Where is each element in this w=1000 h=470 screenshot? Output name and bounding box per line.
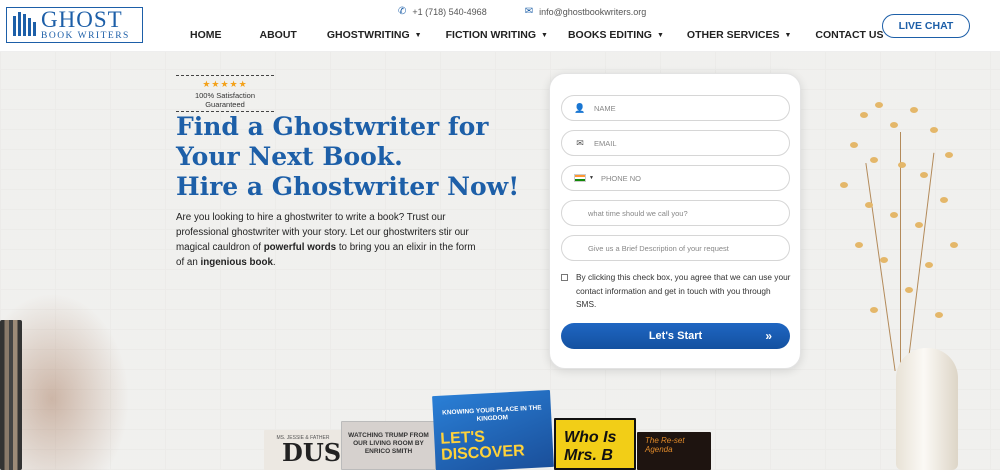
consent-text: By clicking this check box, you agree th… xyxy=(576,272,791,309)
nav-home[interactable]: HOME xyxy=(190,29,222,41)
hero-section: ★★★★★ 100% Satisfaction Guaranteed Find … xyxy=(0,52,1000,470)
email-link[interactable]: ✉ info@ghostbookwriters.org xyxy=(525,6,647,17)
phone-placeholder: PHONE NO xyxy=(600,173,641,183)
nav-other-services[interactable]: OTHER SERVICES ▼ xyxy=(687,29,792,41)
nav-about[interactable]: ABOUT xyxy=(260,29,297,41)
book-cover-who-is-mrs-b: Who Is Mrs. B xyxy=(554,418,636,470)
phone-icon: ✆ xyxy=(398,6,407,17)
headline-line-3: Hire a Ghostwriter Now! xyxy=(176,172,520,201)
chevron-down-icon: ▼ xyxy=(656,31,664,39)
headline-line-2: Your Next Book. xyxy=(176,142,403,171)
email-placeholder: EMAIL xyxy=(594,138,617,148)
live-chat-button[interactable]: LIVE CHAT xyxy=(882,14,970,38)
mail-icon: ✉ xyxy=(524,6,534,17)
dried-flowers-image xyxy=(820,72,980,392)
call-time-field[interactable]: what time should we call you? xyxy=(561,200,790,226)
call-time-placeholder: what time should we call you? xyxy=(588,208,688,218)
description-field[interactable]: Give us a Brief Description of your requ… xyxy=(561,235,790,261)
chevron-down-icon: ▼ xyxy=(414,31,422,39)
chevron-down-icon: ▼ xyxy=(541,31,548,39)
phone-link[interactable]: ✆ +1 (718) 540-4968 xyxy=(398,6,487,17)
nav-books-editing[interactable]: BOOKS EDITING ▼ xyxy=(568,29,664,41)
nav-ghostwriting[interactable]: GHOSTWRITING ▼ xyxy=(327,29,422,41)
highlight-powerful-words: powerful words xyxy=(263,242,337,253)
nav-contact-us[interactable]: CONTACT US xyxy=(815,29,883,41)
site-header: GHOST BOOK WRITERS ✆ +1 (718) 540-4968 ✉… xyxy=(0,0,1000,52)
logo[interactable]: GHOST BOOK WRITERS xyxy=(6,7,143,43)
rating-stars-icon: ★★★★★ xyxy=(202,79,248,89)
description-placeholder: Give us a Brief Description of your requ… xyxy=(588,243,729,253)
pencil-cup-image xyxy=(0,320,22,470)
hero-description: Are you looking to hire a ghostwriter to… xyxy=(176,212,476,268)
hero-headline: Find a Ghostwriter for Your Next Book. H… xyxy=(176,112,520,202)
book-cover-dust: MS. JESSIE & FATHER DUST xyxy=(264,430,342,470)
book-cover-watching-trump: WATCHING TRUMP FROM OUR LIVING ROOM BY E… xyxy=(341,421,436,470)
book-cover-lets-discover: KNOWING YOUR PLACE IN THE KINGDOM LET'S … xyxy=(432,389,554,470)
satisfaction-badge: ★★★★★ 100% Satisfaction Guaranteed xyxy=(176,75,274,112)
chevron-down-icon: ▼ xyxy=(784,31,792,39)
logo-title: GHOST xyxy=(41,7,123,33)
vase-image xyxy=(896,348,958,470)
satisfaction-text: 100% Satisfaction Guaranteed xyxy=(176,91,274,112)
name-placeholder: NAME xyxy=(594,103,616,113)
logo-subtitle: BOOK WRITERS xyxy=(41,31,130,42)
name-field[interactable]: 👤 NAME xyxy=(561,95,790,121)
user-icon: 👤 xyxy=(574,102,586,113)
mail-icon: ✉ xyxy=(576,137,584,148)
book-cover-reset-agenda: The Re-set Agenda xyxy=(637,432,711,470)
nav-fiction-writing[interactable]: FICTION WRITING ▼ xyxy=(446,29,548,41)
consent-checkbox[interactable] xyxy=(561,274,568,281)
email-address: info@ghostbookwriters.org xyxy=(539,6,647,17)
email-field[interactable]: ✉ EMAIL xyxy=(561,130,790,156)
lead-form: 👤 NAME ✉ EMAIL ▼ PHONE NO what time shou… xyxy=(549,73,801,369)
country-dropdown-icon[interactable]: ▼ xyxy=(589,175,594,181)
phone-number: +1 (718) 540-4968 xyxy=(412,6,487,17)
india-flag-icon[interactable] xyxy=(574,174,586,182)
lets-start-button[interactable]: Let's Start » xyxy=(561,323,790,349)
highlight-ingenious-book: ingenious book xyxy=(200,257,273,268)
main-nav: HOME ABOUT GHOSTWRITING ▼ FICTION WRITING… xyxy=(190,29,946,41)
double-chevron-right-icon: » xyxy=(765,329,772,343)
submit-label: Let's Start xyxy=(648,330,703,342)
logo-mark-icon xyxy=(7,8,41,42)
contact-row: ✆ +1 (718) 540-4968 ✉ info@ghostbookwrit… xyxy=(398,6,646,17)
phone-field[interactable]: ▼ PHONE NO xyxy=(561,165,790,191)
sms-consent: By clicking this check box, you agree th… xyxy=(561,271,791,312)
headline-line-1: Find a Ghostwriter for xyxy=(176,112,489,141)
